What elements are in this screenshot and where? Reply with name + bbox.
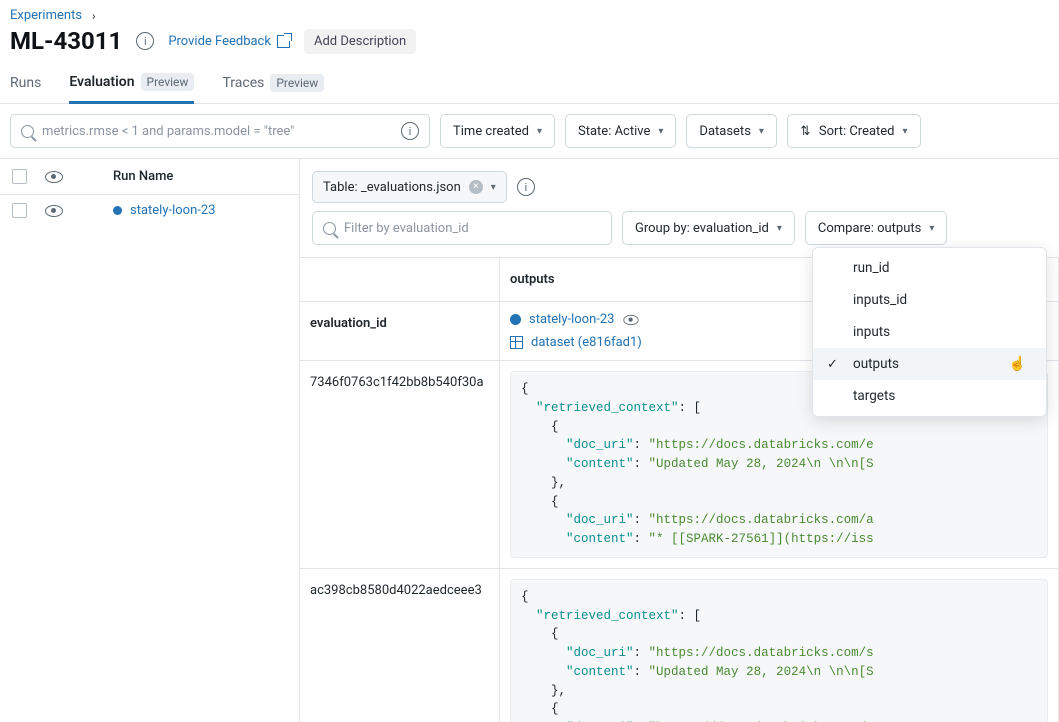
run-link[interactable]: stately-loon-23: [130, 203, 215, 218]
tab-runs[interactable]: Runs: [10, 63, 41, 103]
datasets-filter[interactable]: Datasets▾: [686, 114, 777, 148]
compare-option-inputs[interactable]: inputs: [813, 316, 1046, 348]
filter-bar: metrics.rmse < 1 and params.model = "tre…: [0, 104, 1059, 159]
dataset-link[interactable]: dataset (e816fad1): [531, 335, 642, 350]
breadcrumb-root[interactable]: Experiments: [10, 8, 82, 23]
search-placeholder: metrics.rmse < 1 and params.model = "tre…: [42, 124, 393, 139]
group-by-dropdown[interactable]: Group by: evaluation_id▾: [622, 211, 795, 245]
chevron-down-icon: ▾: [903, 126, 908, 137]
info-icon[interactable]: i: [401, 122, 419, 140]
tabs: Runs Evaluation Preview Traces Preview: [0, 63, 1059, 104]
visibility-icon[interactable]: [624, 314, 639, 324]
compare-dropdown[interactable]: Compare: outputs▾: [805, 211, 948, 245]
sort-filter[interactable]: ⇅ Sort: Created▾: [787, 114, 921, 148]
table-selector[interactable]: Table: _evaluations.json × ▾: [312, 171, 507, 203]
chevron-down-icon: ▾: [537, 126, 542, 137]
external-link-icon: [277, 35, 290, 48]
eval-id-cell: ac398cb8580d4022aedceee3: [300, 569, 500, 722]
chevron-down-icon: ▾: [491, 182, 496, 193]
visibility-icon[interactable]: [45, 171, 63, 183]
chevron-down-icon: ▾: [658, 126, 663, 137]
evaluation-id-header: evaluation_id: [300, 302, 500, 360]
compare-menu: run_id inputs_id inputs ✓ outputs ☝ targ…: [812, 247, 1047, 417]
evaluation-pane: Table: _evaluations.json × ▾ i Filter by…: [300, 159, 1059, 722]
run-checkbox[interactable]: [12, 203, 27, 218]
badge-preview: Preview: [270, 74, 324, 92]
compare-option-inputs-id[interactable]: inputs_id: [813, 284, 1046, 316]
add-description-button[interactable]: Add Description: [304, 29, 416, 54]
run-link[interactable]: stately-loon-23: [529, 312, 614, 327]
info-icon[interactable]: i: [136, 32, 154, 50]
search-icon: [21, 125, 34, 138]
status-dot-icon: [113, 206, 122, 215]
visibility-icon[interactable]: [45, 205, 63, 217]
clear-icon[interactable]: ×: [469, 180, 483, 194]
search-input[interactable]: metrics.rmse < 1 and params.model = "tre…: [10, 114, 430, 148]
compare-option-run-id[interactable]: run_id: [813, 252, 1046, 284]
runs-sidebar: Run Name stately-loon-23: [0, 159, 300, 722]
time-created-filter[interactable]: Time created▾: [440, 114, 555, 148]
chevron-down-icon: ▾: [929, 223, 934, 234]
tab-evaluation[interactable]: Evaluation Preview: [69, 63, 194, 104]
filter-placeholder: Filter by evaluation_id: [344, 221, 469, 236]
dataset-icon: [510, 336, 523, 349]
title-row: ML-43011 i Provide Feedback Add Descript…: [0, 23, 1059, 63]
state-filter[interactable]: State: Active▾: [565, 114, 676, 148]
outputs-cell: { "retrieved_context": [ { "doc_uri": "h…: [510, 579, 1048, 722]
cursor-icon: ☝: [1009, 356, 1026, 372]
info-icon[interactable]: i: [517, 178, 535, 196]
search-icon: [323, 222, 336, 235]
chevron-down-icon: ▾: [777, 223, 782, 234]
compare-option-outputs[interactable]: ✓ outputs ☝: [813, 348, 1046, 380]
eval-id-cell: 7346f0763c1f42bb8b540f30a: [300, 361, 500, 568]
sort-icon: ⇅: [800, 124, 810, 139]
chevron-right-icon: ›: [92, 9, 96, 23]
run-name-header: Run Name: [113, 169, 173, 184]
breadcrumb: Experiments ›: [0, 0, 1059, 23]
provide-feedback-link[interactable]: Provide Feedback: [168, 34, 290, 49]
status-dot-icon: [510, 314, 521, 325]
compare-option-targets[interactable]: targets: [813, 380, 1046, 412]
run-row[interactable]: stately-loon-23: [0, 195, 299, 226]
tab-traces[interactable]: Traces Preview: [222, 63, 324, 103]
badge-preview: Preview: [141, 73, 195, 91]
page-title: ML-43011: [10, 27, 122, 55]
check-icon: ✓: [827, 357, 838, 372]
filter-evaluation-input[interactable]: Filter by evaluation_id: [312, 211, 612, 245]
select-all-checkbox[interactable]: [12, 169, 27, 184]
chevron-down-icon: ▾: [759, 126, 764, 137]
table-row: ac398cb8580d4022aedceee3 { "retrieved_co…: [300, 568, 1059, 722]
